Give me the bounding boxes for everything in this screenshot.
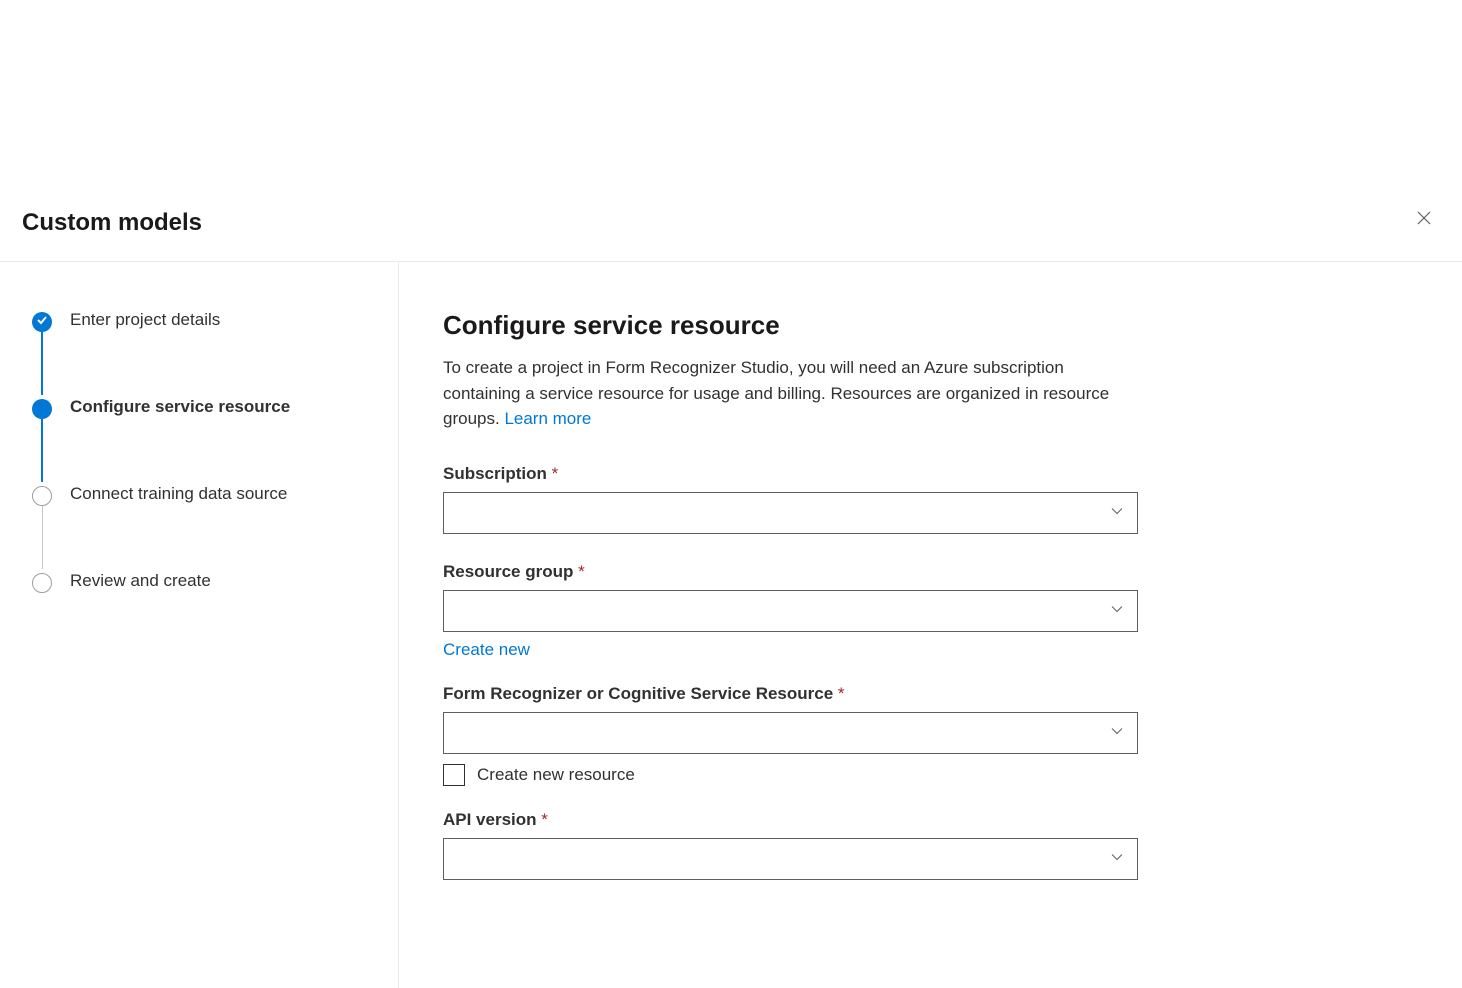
main-panel: Configure service resource To create a p… [399, 262, 1462, 988]
step-marker-completed [32, 312, 52, 332]
resource-group-select[interactable] [443, 590, 1138, 632]
close-button[interactable] [1408, 202, 1440, 237]
wizard-step-review-and-create[interactable]: Review and create [32, 571, 366, 593]
label-text: Resource group [443, 562, 573, 581]
section-description: To create a project in Form Recognizer S… [443, 355, 1143, 432]
api-version-select[interactable] [443, 838, 1138, 880]
dialog-content: Enter project details Configure service … [0, 262, 1462, 988]
subscription-select[interactable] [443, 492, 1138, 534]
required-indicator: * [578, 562, 585, 581]
required-indicator: * [552, 464, 559, 483]
wizard-step-connect-training-data[interactable]: Connect training data source [32, 484, 366, 506]
service-resource-select-wrapper [443, 712, 1138, 754]
close-icon [1416, 210, 1432, 229]
label-text: Subscription [443, 464, 547, 483]
service-resource-field-group: Form Recognizer or Cognitive Service Res… [443, 684, 1418, 786]
step-label: Connect training data source [70, 484, 287, 504]
wizard-steps-sidebar: Enter project details Configure service … [0, 262, 399, 988]
step-label: Configure service resource [70, 397, 290, 417]
dialog-header: Custom models [0, 0, 1462, 262]
subscription-label: Subscription * [443, 464, 1418, 484]
section-title: Configure service resource [443, 310, 1418, 341]
api-version-field-group: API version * [443, 810, 1418, 880]
check-icon [36, 313, 48, 331]
create-new-resource-checkbox[interactable] [443, 764, 465, 786]
label-text: API version [443, 810, 537, 829]
step-connector [42, 506, 43, 569]
create-new-resource-group-link[interactable]: Create new [443, 640, 530, 660]
step-marker-upcoming [32, 573, 52, 593]
required-indicator: * [541, 810, 548, 829]
dialog-title: Custom models [22, 209, 202, 237]
required-indicator: * [838, 684, 845, 703]
resource-group-label: Resource group * [443, 562, 1418, 582]
step-marker-active [32, 399, 52, 419]
api-version-select-wrapper [443, 838, 1138, 880]
create-new-resource-checkbox-row: Create new resource [443, 764, 1418, 786]
resource-group-select-wrapper [443, 590, 1138, 632]
resource-group-field-group: Resource group * Create new [443, 562, 1418, 682]
wizard-step-enter-project-details[interactable]: Enter project details [32, 310, 366, 332]
subscription-field-group: Subscription * [443, 464, 1418, 534]
step-connector [41, 419, 43, 482]
api-version-label: API version * [443, 810, 1418, 830]
label-text: Form Recognizer or Cognitive Service Res… [443, 684, 833, 703]
service-resource-select[interactable] [443, 712, 1138, 754]
learn-more-link[interactable]: Learn more [504, 409, 591, 428]
step-connector [41, 332, 43, 395]
subscription-select-wrapper [443, 492, 1138, 534]
create-new-resource-checkbox-label[interactable]: Create new resource [477, 765, 635, 785]
step-label: Enter project details [70, 310, 220, 330]
wizard-step-configure-service-resource[interactable]: Configure service resource [32, 397, 366, 419]
service-resource-label: Form Recognizer or Cognitive Service Res… [443, 684, 1418, 704]
wizard-steps-list: Enter project details Configure service … [32, 310, 366, 593]
step-label: Review and create [70, 571, 211, 591]
step-marker-upcoming [32, 486, 52, 506]
